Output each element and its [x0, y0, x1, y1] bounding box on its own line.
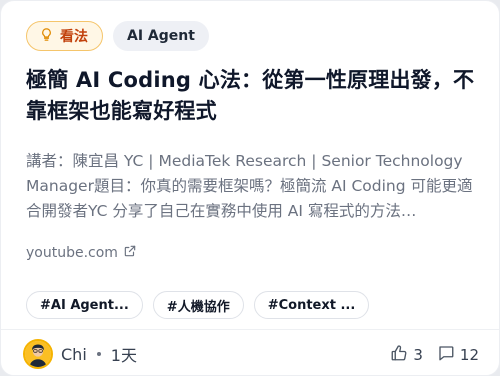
badge-row: 看法 AI Agent — [26, 21, 209, 51]
link-domain: youtube.com — [26, 245, 118, 261]
engagement-stats: 3 12 — [390, 344, 479, 366]
insight-badge[interactable]: 看法 — [26, 21, 103, 51]
separator-dot — [96, 352, 101, 356]
post-description: 講者：陳宜昌 YC | MediaTek Research | Senior T… — [26, 152, 473, 220]
author-info[interactable]: Chi 1天 — [23, 339, 137, 369]
post-card[interactable]: 看法 AI Agent 極簡 AI Coding 心法：從第一性原理出發，不靠框… — [0, 0, 500, 376]
comment-icon — [437, 344, 455, 366]
card-footer: Chi 1天 3 12 — [1, 329, 499, 375]
like-button[interactable]: 3 — [390, 344, 423, 366]
hashtag-chip[interactable]: #Context ... — [253, 291, 370, 319]
avatar[interactable] — [23, 339, 53, 369]
comment-count: 12 — [459, 346, 479, 364]
hashtag-chip[interactable]: #AI Agent... — [26, 291, 143, 319]
external-link-icon — [123, 244, 137, 262]
like-count: 3 — [413, 346, 423, 364]
source-link[interactable]: youtube.com — [26, 244, 137, 262]
lightbulb-icon — [39, 27, 54, 46]
thumbs-up-icon — [390, 344, 408, 366]
insight-badge-label: 看法 — [60, 29, 88, 45]
topic-badge[interactable]: AI Agent — [113, 21, 209, 51]
hashtag-chip[interactable]: #人機協作 — [152, 291, 244, 319]
post-title[interactable]: 極簡 AI Coding 心法：從第一性原理出發，不靠框架也能寫好程式 — [26, 65, 486, 127]
comment-button[interactable]: 12 — [437, 344, 479, 366]
author-name[interactable]: Chi — [61, 345, 87, 364]
post-time: 1天 — [110, 346, 137, 365]
hashtag-row: #AI Agent... #人機協作 #Context ... — [26, 291, 370, 319]
